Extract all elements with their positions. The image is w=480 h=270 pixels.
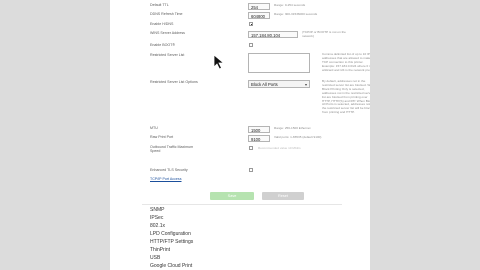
restricted-options-value: Block All Ports xyxy=(251,82,278,87)
outbound-traffic-checkbox[interactable] xyxy=(249,146,253,150)
outbound-traffic-note: Recommended value 10 Mbit/s xyxy=(258,146,301,150)
restricted-options-note: By default, addresses not in the restric… xyxy=(322,79,370,115)
menu-item-8021x[interactable]: 802.1x xyxy=(150,222,330,230)
restricted-options-label: Restricted Server List Options xyxy=(150,80,198,84)
enable-boot-label: Enable BOOT® xyxy=(150,43,176,47)
right-letterbox xyxy=(370,0,480,270)
chevron-down-icon: ▾ xyxy=(304,82,307,87)
left-letterbox xyxy=(0,0,110,270)
enable-boot-checkbox[interactable] xyxy=(249,43,253,47)
mtu-label: MTU xyxy=(150,126,158,130)
mtu-note: Range: 256-1500 Ethernet xyxy=(274,126,311,130)
enhanced-tls-checkbox[interactable] xyxy=(249,168,253,172)
enable-hdns-label: Enable H/DNS xyxy=(150,22,174,26)
menu-item-http-ftp-settings[interactable]: HTTP/FTP Settings xyxy=(150,238,330,246)
wins-server-input[interactable]: 157.184.80.104 xyxy=(248,31,298,38)
wins-server-label: WINS Server Address xyxy=(150,31,185,35)
menu-item-lpd-configuration[interactable]: LPD Configuration xyxy=(150,230,330,238)
section-divider xyxy=(142,204,342,205)
enhanced-tls-label: Enhanced TLS Security xyxy=(150,168,188,172)
menu-item-snmp[interactable]: SNMP xyxy=(150,206,330,214)
menu-item-usb[interactable]: USB xyxy=(150,254,330,262)
ddns-refresh-input[interactable]: 604800 xyxy=(248,12,270,19)
raw-print-port-note: Valid ports: 1-65535 (default 9100) xyxy=(274,135,322,139)
restricted-options-select[interactable]: Block All Ports ▾ xyxy=(248,80,310,88)
default-ttl-label: Default TTL xyxy=(150,3,169,7)
menu-item-ipsec[interactable]: IPSec xyxy=(150,214,330,222)
ddns-refresh-note: Range: 300-31536000 seconds xyxy=(274,12,318,16)
tcpip-port-access-link[interactable]: TCP/IP Port Access xyxy=(150,177,182,181)
menu-item-google-cloud-print[interactable]: Google Cloud Print xyxy=(150,262,330,270)
reset-button[interactable]: Reset xyxy=(262,192,304,200)
default-ttl-note: Range: 0-254 seconds xyxy=(274,3,306,7)
raw-print-port-input[interactable]: 9100 xyxy=(248,135,270,142)
restricted-server-note: Comma delimited list of up to 10 IP addr… xyxy=(322,52,370,72)
menu-item-thinprint[interactable]: ThinPrint xyxy=(150,246,330,254)
default-ttl-input[interactable]: 254 xyxy=(248,3,270,10)
mouse-pointer-icon xyxy=(213,54,225,70)
tcpip-settings-panel: Default TTL 254 Range: 0-254 seconds DDN… xyxy=(110,0,370,270)
outbound-traffic-label: Outbound Traffic Maximum Speed xyxy=(150,145,194,154)
wins-server-note: (TCP/IP or BOOTP is not on the network) xyxy=(302,30,346,38)
mtu-input[interactable]: 1500 xyxy=(248,126,270,133)
ddns-refresh-label: DDNS Refresh Time xyxy=(150,12,183,16)
save-button[interactable]: Save xyxy=(210,192,254,200)
restricted-server-label: Restricted Server List xyxy=(150,53,185,57)
restricted-server-textarea[interactable] xyxy=(248,53,310,73)
raw-print-port-label: Raw Print Port xyxy=(150,135,174,139)
enable-hdns-checkbox[interactable] xyxy=(249,22,253,26)
